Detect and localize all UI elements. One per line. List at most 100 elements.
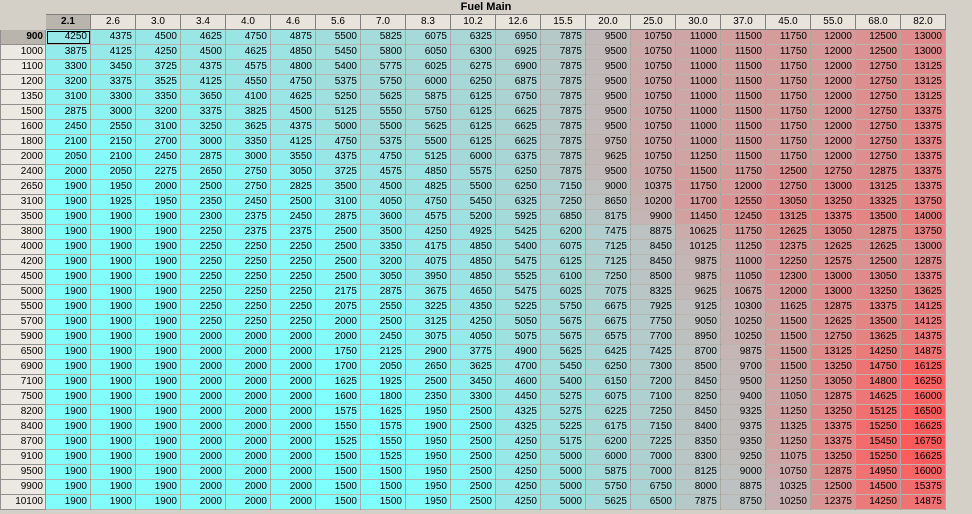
table-cell[interactable]: 4900 [495, 344, 541, 360]
table-cell[interactable]: 1750 [315, 344, 361, 360]
table-cell[interactable]: 12550 [720, 194, 766, 210]
table-cell[interactable]: 3500 [315, 179, 361, 195]
table-cell[interactable]: 13050 [765, 194, 811, 210]
table-cell[interactable]: 12000 [810, 89, 856, 105]
table-cell[interactable]: 3100 [45, 89, 91, 105]
table-cell[interactable]: 2150 [90, 134, 136, 150]
table-cell[interactable]: 2000 [180, 329, 226, 345]
table-cell[interactable]: 5750 [540, 299, 586, 315]
table-cell[interactable]: 8000 [675, 479, 721, 495]
table-cell[interactable]: 2350 [405, 389, 451, 405]
table-cell[interactable]: 5125 [405, 149, 451, 165]
table-cell[interactable]: 1900 [90, 449, 136, 465]
table-cell[interactable]: 6300 [450, 44, 496, 60]
table-cell[interactable]: 2250 [180, 299, 226, 315]
table-cell[interactable]: 12750 [810, 329, 856, 345]
table-cell[interactable]: 3350 [360, 239, 406, 255]
table-cell[interactable]: 2500 [315, 254, 361, 270]
table-cell[interactable]: 3550 [270, 149, 316, 165]
table-cell[interactable]: 13050 [810, 224, 856, 240]
table-cell[interactable]: 8650 [585, 194, 631, 210]
table-cell[interactable]: 1500 [315, 464, 361, 480]
column-header[interactable]: 10.2 [450, 14, 496, 30]
table-cell[interactable]: 5875 [405, 89, 451, 105]
table-cell[interactable]: 4550 [225, 74, 271, 90]
table-cell[interactable]: 13750 [900, 224, 946, 240]
table-cell[interactable]: 13375 [900, 134, 946, 150]
table-cell[interactable]: 4925 [450, 224, 496, 240]
table-cell[interactable]: 12300 [765, 269, 811, 285]
table-cell[interactable]: 7000 [630, 464, 676, 480]
table-cell[interactable]: 3050 [360, 269, 406, 285]
table-cell[interactable]: 4750 [405, 194, 451, 210]
table-cell[interactable]: 4500 [180, 44, 226, 60]
column-header[interactable]: 20.0 [585, 14, 631, 30]
table-cell[interactable]: 3250 [180, 119, 226, 135]
table-cell[interactable]: 2000 [225, 449, 271, 465]
table-cell[interactable]: 11500 [720, 134, 766, 150]
table-cell[interactable]: 4575 [360, 164, 406, 180]
table-cell[interactable]: 5500 [405, 134, 451, 150]
table-cell[interactable]: 9500 [585, 104, 631, 120]
table-cell[interactable]: 10625 [675, 224, 721, 240]
table-cell[interactable]: 6625 [495, 104, 541, 120]
table-cell[interactable]: 8875 [720, 479, 766, 495]
table-cell[interactable]: 3200 [135, 104, 181, 120]
table-cell[interactable]: 10675 [720, 284, 766, 300]
table-cell[interactable]: 5375 [360, 134, 406, 150]
table-cell[interactable]: 5400 [315, 59, 361, 75]
table-cell[interactable]: 7925 [630, 299, 676, 315]
table-cell[interactable]: 1500 [360, 464, 406, 480]
table-cell[interactable]: 3775 [450, 344, 496, 360]
table-cell[interactable]: 1900 [90, 284, 136, 300]
table-cell[interactable]: 9500 [585, 119, 631, 135]
table-cell[interactable]: 1625 [315, 374, 361, 390]
table-cell[interactable]: 6750 [630, 479, 676, 495]
table-cell[interactable]: 1900 [135, 284, 181, 300]
table-cell[interactable]: 6150 [585, 374, 631, 390]
table-cell[interactable]: 13000 [810, 269, 856, 285]
table-cell[interactable]: 3875 [45, 44, 91, 60]
table-cell[interactable]: 2250 [180, 239, 226, 255]
table-cell[interactable]: 2000 [180, 449, 226, 465]
table-cell[interactable]: 11750 [765, 29, 811, 45]
row-header[interactable]: 7500 [0, 389, 46, 405]
table-cell[interactable]: 8750 [720, 494, 766, 510]
table-cell[interactable]: 2175 [315, 284, 361, 300]
table-cell[interactable]: 16750 [900, 434, 946, 450]
table-cell[interactable]: 4750 [270, 74, 316, 90]
table-cell[interactable]: 2075 [315, 299, 361, 315]
table-cell[interactable]: 3300 [90, 89, 136, 105]
table-cell[interactable]: 2125 [360, 344, 406, 360]
table-cell[interactable]: 5500 [450, 179, 496, 195]
table-cell[interactable]: 1900 [45, 194, 91, 210]
table-cell[interactable]: 6125 [450, 134, 496, 150]
table-cell[interactable]: 2250 [270, 299, 316, 315]
table-cell[interactable]: 1900 [405, 419, 451, 435]
table-cell[interactable]: 14000 [900, 209, 946, 225]
table-cell[interactable]: 16500 [900, 404, 946, 420]
table-cell[interactable]: 16000 [900, 464, 946, 480]
table-cell[interactable]: 6075 [405, 29, 451, 45]
table-cell[interactable]: 4375 [90, 29, 136, 45]
table-cell[interactable]: 2000 [225, 464, 271, 480]
table-cell[interactable]: 12000 [810, 149, 856, 165]
table-cell[interactable]: 6200 [585, 434, 631, 450]
table-cell[interactable]: 1950 [405, 464, 451, 480]
table-cell[interactable]: 5925 [495, 209, 541, 225]
table-cell[interactable]: 13125 [810, 344, 856, 360]
table-cell[interactable]: 5375 [315, 74, 361, 90]
table-cell[interactable]: 13325 [855, 194, 901, 210]
table-cell[interactable]: 13250 [810, 359, 856, 375]
table-cell[interactable]: 2000 [270, 464, 316, 480]
table-cell[interactable]: 1900 [45, 254, 91, 270]
table-cell[interactable]: 1900 [135, 464, 181, 480]
table-cell[interactable]: 2250 [270, 314, 316, 330]
table-cell[interactable]: 2250 [225, 239, 271, 255]
table-cell[interactable]: 1900 [45, 284, 91, 300]
table-cell[interactable]: 4050 [360, 194, 406, 210]
table-cell[interactable]: 6075 [540, 239, 586, 255]
table-cell[interactable]: 10750 [630, 119, 676, 135]
table-cell[interactable]: 1900 [45, 239, 91, 255]
table-cell[interactable]: 1900 [45, 374, 91, 390]
